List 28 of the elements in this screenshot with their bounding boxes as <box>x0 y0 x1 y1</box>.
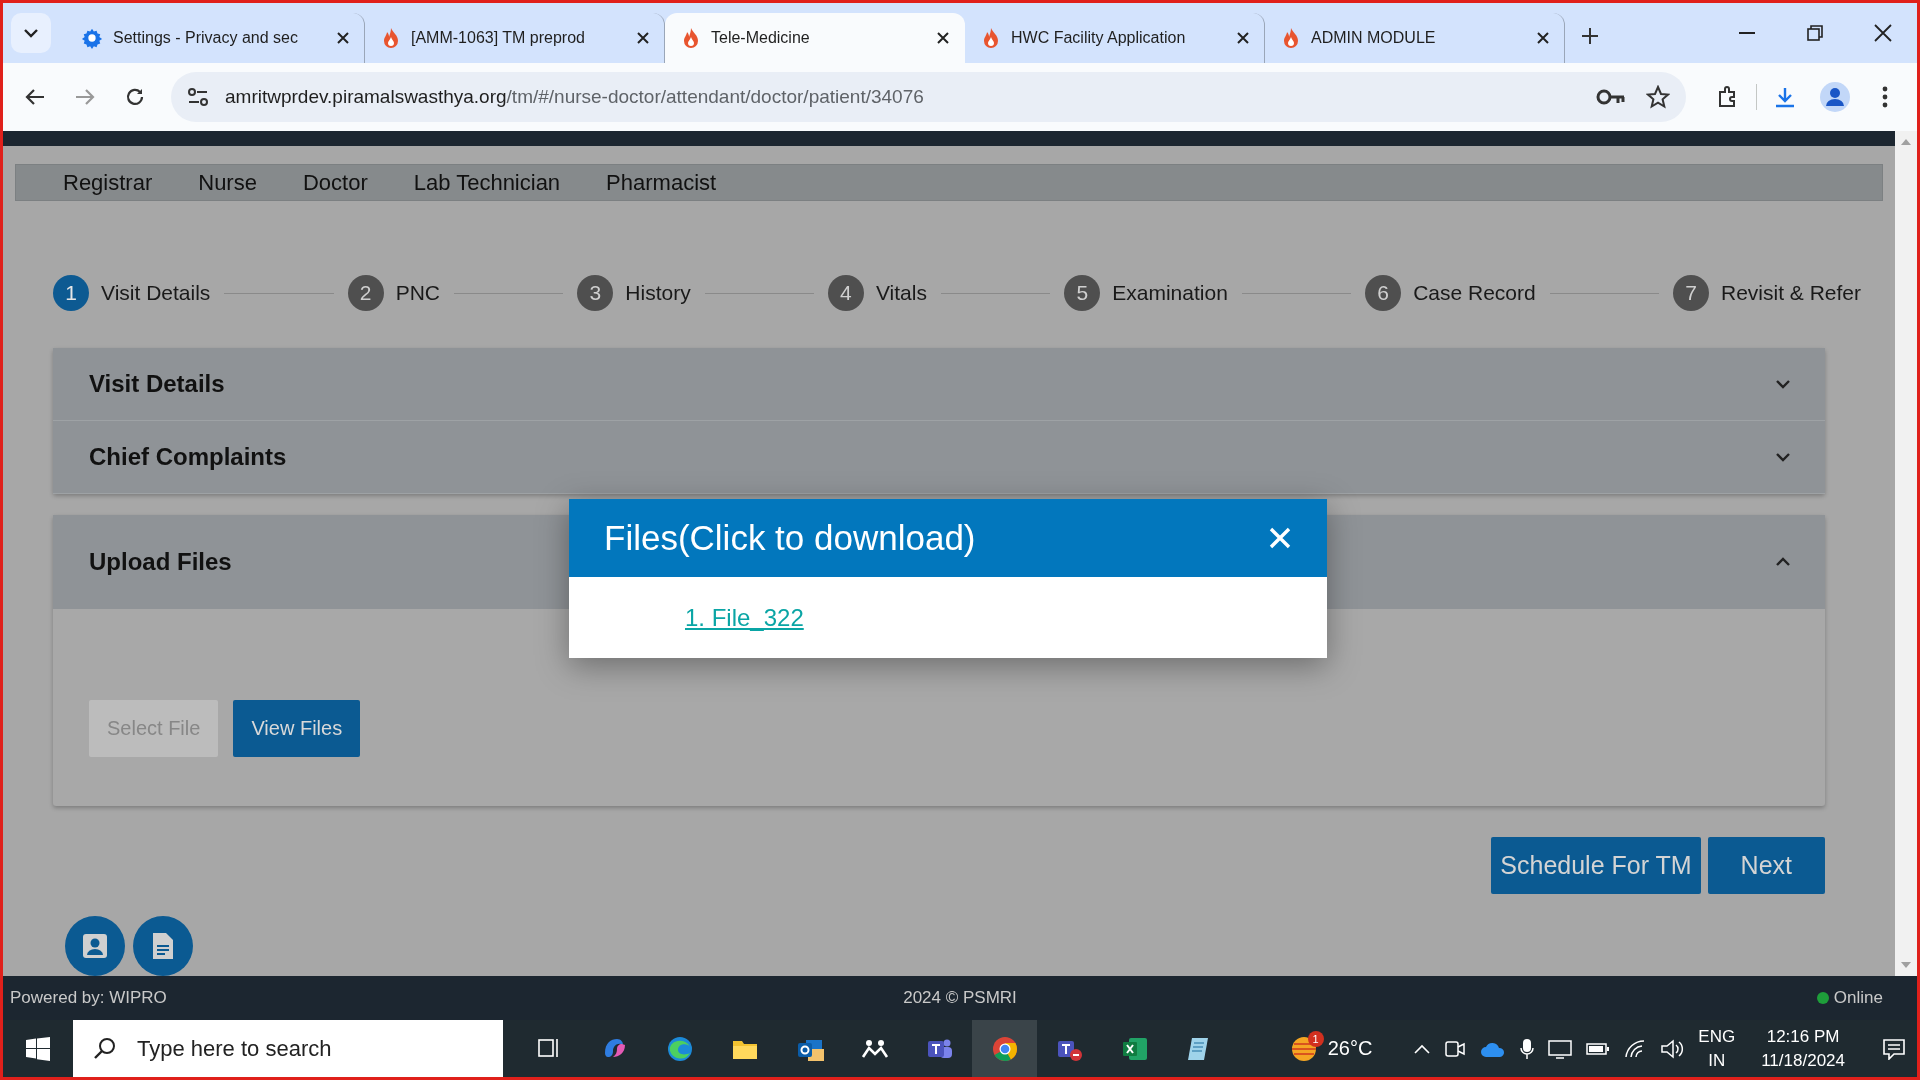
temperature-text: 26°C <box>1327 1037 1373 1060</box>
time-text: 12:16 PM <box>1766 1025 1840 1048</box>
step-number: 2 <box>347 275 384 311</box>
step-number: 4 <box>827 275 864 311</box>
step-number: 7 <box>1673 275 1709 311</box>
step-number: 5 <box>1064 275 1101 311</box>
step-number: 3 <box>577 275 614 311</box>
dialog-title: Files(Click to download) <box>604 518 976 558</box>
step-label: Examination <box>1112 281 1228 305</box>
step-label: History <box>625 281 691 305</box>
status-text: Online <box>1833 988 1883 1008</box>
step-label: Visit Details <box>101 281 211 305</box>
section-title: Visit Details <box>89 370 225 398</box>
url-text: amritwprdev.piramalswasthya.org/tm/#/nurse-doctor/attendant/doctor/patient/34076 <box>225 86 924 108</box>
step-label: Vitals <box>875 281 927 305</box>
language-text: ENG <box>1698 1025 1736 1048</box>
section-title: Upload Files <box>89 548 232 576</box>
powered-by-text: Powered by: WIPRO <box>10 988 167 1008</box>
region-text: IN <box>1708 1049 1726 1072</box>
date-text: 11/18/2024 <box>1761 1049 1845 1072</box>
step-number: 1 <box>53 275 89 311</box>
step-label: PNC <box>395 281 440 305</box>
section-title: Chief Complaints <box>89 443 287 471</box>
step-label: Case Record <box>1413 281 1536 305</box>
copyright-text: 2024 © PSMRI <box>903 988 1017 1007</box>
notification-badge: 1 <box>1307 1030 1324 1047</box>
step-label: Revisit & Refer <box>1721 281 1862 305</box>
step-number: 6 <box>1365 275 1402 311</box>
